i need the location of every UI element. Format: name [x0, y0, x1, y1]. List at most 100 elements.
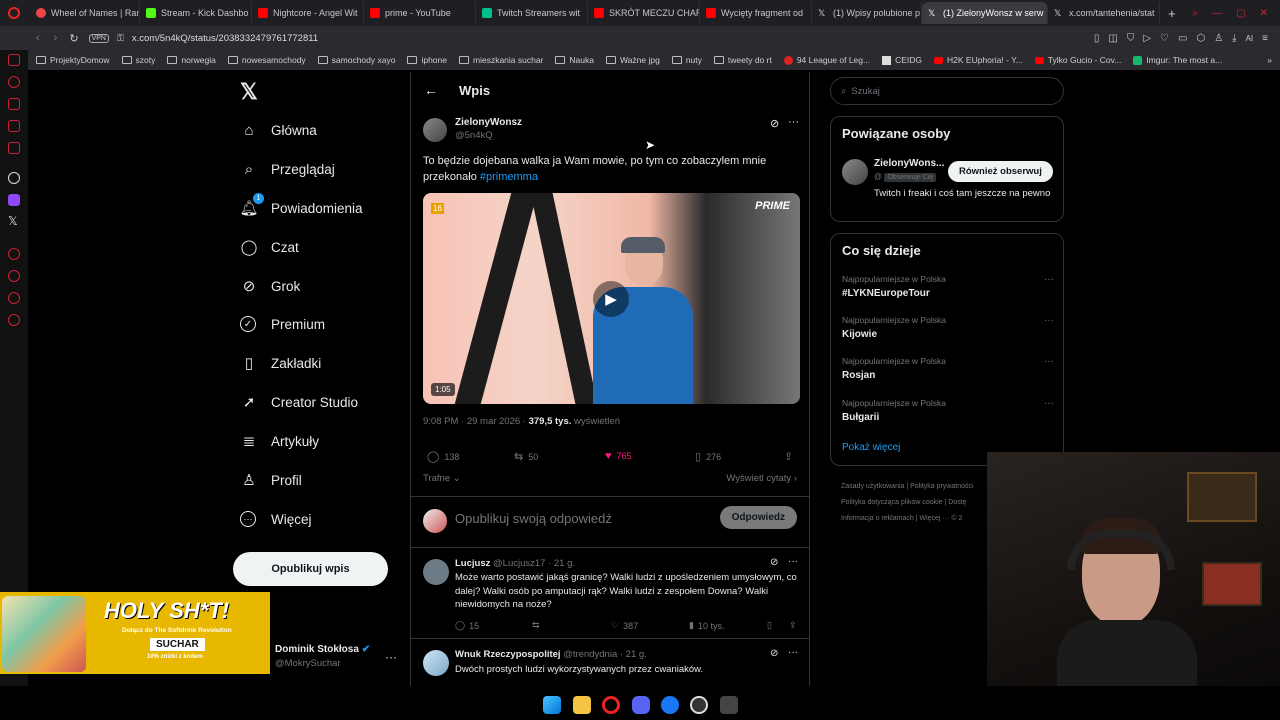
share-icon[interactable]: ⇪: [789, 620, 797, 631]
like-button[interactable]: ♡ 387: [611, 620, 638, 631]
history-icon[interactable]: [8, 270, 20, 282]
discord-icon[interactable]: [632, 696, 650, 714]
avatar[interactable]: [842, 159, 868, 185]
browser-tab-active[interactable]: 𝕏 (1) ZielonyWonsz w serw: [922, 2, 1048, 24]
show-more-link[interactable]: Pokaż więcej: [842, 442, 900, 453]
post-button[interactable]: Opublikuj wpis: [233, 552, 388, 586]
bookmark-button[interactable]: ▯ 276: [695, 450, 721, 463]
bookmark-folder[interactable]: norwegia: [167, 55, 216, 65]
twitch-icon[interactable]: [8, 194, 20, 206]
retweet-button[interactable]: ⇆: [532, 620, 540, 631]
close-window-icon[interactable]: ✕: [1260, 8, 1268, 19]
reply-input[interactable]: Opublikuj swoją odpowiedź: [455, 511, 612, 526]
nav-creator-studio[interactable]: ➚ Creator Studio: [240, 387, 358, 417]
nav-more[interactable]: ⋯ Więcej: [240, 504, 312, 534]
trend-item[interactable]: Najpopularniejsze w Polska Rosjan ···: [842, 356, 1054, 381]
search-input[interactable]: ⌕ Szukaj: [830, 77, 1064, 105]
reply-tweet[interactable]: Wnuk Rzeczypospolitej @trendydnia · 21 g…: [411, 640, 809, 686]
browser-tab[interactable]: Twitch Streamers wit: [476, 2, 588, 24]
avatar[interactable]: [423, 118, 447, 142]
nav-profile[interactable]: ♙ Profil: [240, 465, 302, 495]
browser-tab[interactable]: Stream - Kick Dashbo: [140, 2, 252, 24]
grok-icon[interactable]: ⊘: [770, 117, 779, 130]
opera-browser-icon[interactable]: [602, 696, 620, 714]
reply-tweet[interactable]: Lucjusz @Lucjusz17 · 21 g. ⊘ ··· Może wa…: [411, 549, 809, 639]
bookmark-folder[interactable]: Nauka: [555, 55, 594, 65]
account-more-icon[interactable]: ···: [385, 650, 397, 664]
bookmark-folder[interactable]: Ważne jpg: [605, 55, 660, 65]
follow-back-button[interactable]: Również obserwuj: [948, 161, 1053, 182]
sidebar-app-icon[interactable]: [8, 142, 20, 154]
extensions-icon[interactable]: ⬡: [1196, 33, 1205, 44]
obs-icon[interactable]: [690, 696, 708, 714]
sidebar-app-icon[interactable]: [8, 120, 20, 132]
nav-premium[interactable]: ✓ Premium: [240, 309, 325, 339]
nav-articles[interactable]: ≣ Artykuły: [240, 426, 319, 456]
more-bookmarks-icon[interactable]: »: [1267, 55, 1272, 65]
like-button[interactable]: ♥ 765: [605, 450, 632, 462]
forward-icon[interactable]: ›: [54, 32, 58, 44]
wallet-icon[interactable]: ▭: [1178, 33, 1187, 44]
share-icon[interactable]: ⇪: [784, 450, 793, 463]
trend-item[interactable]: Najpopularniejsze w Polska Kijowie ···: [842, 315, 1054, 340]
grok-icon[interactable]: ⊘: [770, 648, 778, 659]
reply-button[interactable]: ◯ 138: [427, 450, 459, 463]
sidebar-app-icon[interactable]: [8, 248, 20, 260]
trend-more-icon[interactable]: ···: [1044, 398, 1054, 409]
sidebar-app-icon[interactable]: [8, 292, 20, 304]
file-explorer-icon[interactable]: [573, 696, 591, 714]
avatar[interactable]: [423, 559, 449, 585]
back-arrow-icon[interactable]: ←: [424, 82, 438, 98]
bookmark-link[interactable]: Imgur: The most a...: [1133, 55, 1222, 65]
download-icon[interactable]: ⤓: [1232, 33, 1236, 44]
reply-submit-button[interactable]: Odpowiedz: [719, 506, 797, 529]
bookmark-link[interactable]: H2K EUphoria! - Y...: [934, 55, 1023, 65]
ai-button[interactable]: AI: [1246, 34, 1254, 43]
play-button-icon[interactable]: ▶: [593, 281, 629, 317]
grok-icon[interactable]: ⊘: [770, 557, 778, 568]
shield-icon[interactable]: ⛉: [1127, 33, 1135, 44]
hashtag-link[interactable]: #primemma: [480, 171, 538, 183]
menu-icon[interactable]: ≡: [1262, 33, 1268, 44]
sidebar-app-icon[interactable]: [8, 98, 20, 110]
bookmark-folder[interactable]: mieszkania suchar: [459, 55, 543, 65]
trend-more-icon[interactable]: ···: [1044, 315, 1054, 326]
x-logo-icon[interactable]: 𝕏: [8, 214, 18, 228]
windows-start-icon[interactable]: [543, 696, 561, 714]
browser-tab[interactable]: Nightcore - Angel Wit: [252, 2, 364, 24]
browser-tab[interactable]: 𝕏 (1) Wpisy polubione p: [812, 2, 922, 24]
x-logo-icon[interactable]: 𝕏: [240, 79, 258, 105]
tweet-author-handle[interactable]: @5n4kQ: [455, 130, 493, 141]
bookmark-folder[interactable]: ProjektyDomow: [36, 55, 110, 65]
new-tab-icon[interactable]: +: [1168, 6, 1176, 21]
browser-tab[interactable]: 𝕏x.com/tantehenia/stat: [1048, 2, 1160, 24]
nav-bookmarks[interactable]: ▯ Zakładki: [240, 348, 321, 378]
bookmark-page-icon[interactable]: ▯: [1094, 33, 1100, 44]
play-icon[interactable]: ▷: [1143, 33, 1151, 44]
bookmark-link[interactable]: 94 League of Leg...: [783, 55, 870, 65]
nav-explore[interactable]: ⌕ Przeglądaj: [240, 154, 335, 184]
nav-notifications[interactable]: 🔔︎ 1 Powiadomienia: [239, 193, 363, 223]
bookmark-button[interactable]: ▯: [767, 620, 772, 631]
facebook-icon[interactable]: [661, 696, 679, 714]
sort-dropdown[interactable]: Trafne ⌄: [423, 473, 461, 484]
browser-tab[interactable]: Wheel of Names | Ran: [30, 2, 140, 24]
trend-more-icon[interactable]: ···: [1044, 356, 1054, 367]
tweet-more-icon[interactable]: ···: [788, 116, 799, 128]
bookmark-folder[interactable]: iphone: [407, 55, 447, 65]
reload-icon[interactable]: ↻: [69, 32, 78, 45]
view-quotes-link[interactable]: Wyświetl cytaty ›: [726, 473, 797, 484]
browser-tab[interactable]: Wycięty fragment od: [700, 2, 812, 24]
sidebar-app-icon[interactable]: [8, 76, 20, 88]
trend-more-icon[interactable]: ···: [1044, 274, 1054, 285]
retweet-button[interactable]: ⇆ 50: [514, 450, 538, 463]
nav-home[interactable]: ⌂ Główna: [240, 115, 316, 145]
trend-item[interactable]: Najpopularniejsze w Polska Bułgarii ···: [842, 398, 1054, 423]
reply-more-icon[interactable]: ···: [788, 556, 798, 567]
back-icon[interactable]: ‹: [36, 32, 40, 44]
terminal-icon[interactable]: [720, 696, 738, 714]
related-user-name[interactable]: ZielonyWons...: [874, 158, 944, 169]
bookmark-folder[interactable]: tweety do rt: [713, 55, 772, 65]
chatgpt-icon[interactable]: [8, 172, 20, 184]
settings-icon[interactable]: [8, 314, 20, 326]
